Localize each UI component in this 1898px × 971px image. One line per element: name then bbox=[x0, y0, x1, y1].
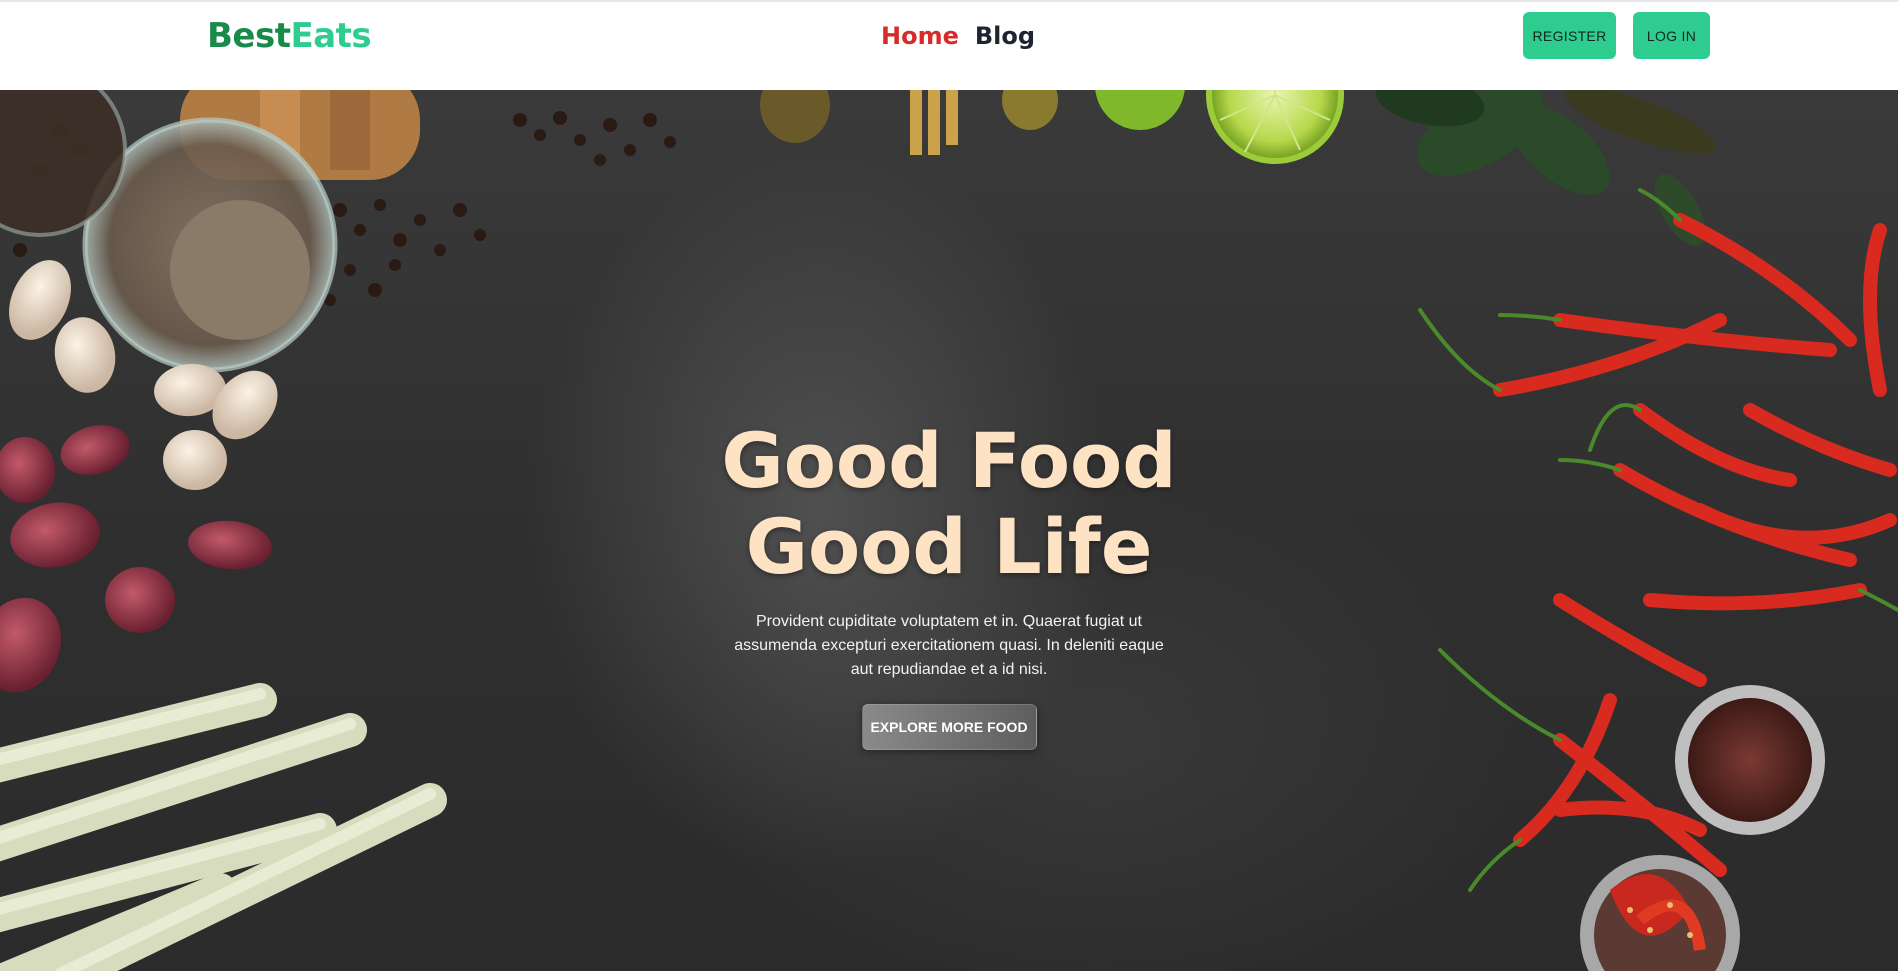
logo-text-best: Best bbox=[207, 16, 291, 56]
hero-content: Good Food Good Life Provident cupiditate… bbox=[649, 418, 1249, 750]
logo[interactable]: BestEats bbox=[207, 16, 372, 56]
nav-link-blog[interactable]: Blog bbox=[975, 22, 1035, 50]
red-chilies bbox=[1418, 188, 1898, 687]
lemongrass bbox=[0, 683, 447, 971]
shallots bbox=[0, 425, 272, 693]
hero-title: Good Food Good Life bbox=[649, 418, 1249, 590]
utensils bbox=[760, 90, 1058, 155]
main-nav: Home Blog bbox=[881, 22, 1035, 50]
hero-description: Provident cupiditate voluptatem et in. Q… bbox=[734, 613, 1164, 678]
hero-section: Good Food Good Life Provident cupiditate… bbox=[0, 90, 1898, 971]
register-button[interactable]: REGISTER bbox=[1523, 12, 1616, 59]
nav-link-home[interactable]: Home bbox=[881, 22, 959, 50]
leaves bbox=[1375, 90, 1716, 246]
explore-more-food-button[interactable]: EXPLORE MORE FOOD bbox=[861, 704, 1037, 750]
hero-title-line1: Good Food bbox=[721, 416, 1177, 505]
limes bbox=[1095, 90, 1344, 164]
site-header: BestEats Home Blog REGISTER LOG IN bbox=[0, 0, 1898, 90]
login-button[interactable]: LOG IN bbox=[1633, 12, 1710, 59]
hero-title-line2: Good Life bbox=[745, 502, 1153, 591]
logo-text-eats: Eats bbox=[290, 16, 372, 56]
